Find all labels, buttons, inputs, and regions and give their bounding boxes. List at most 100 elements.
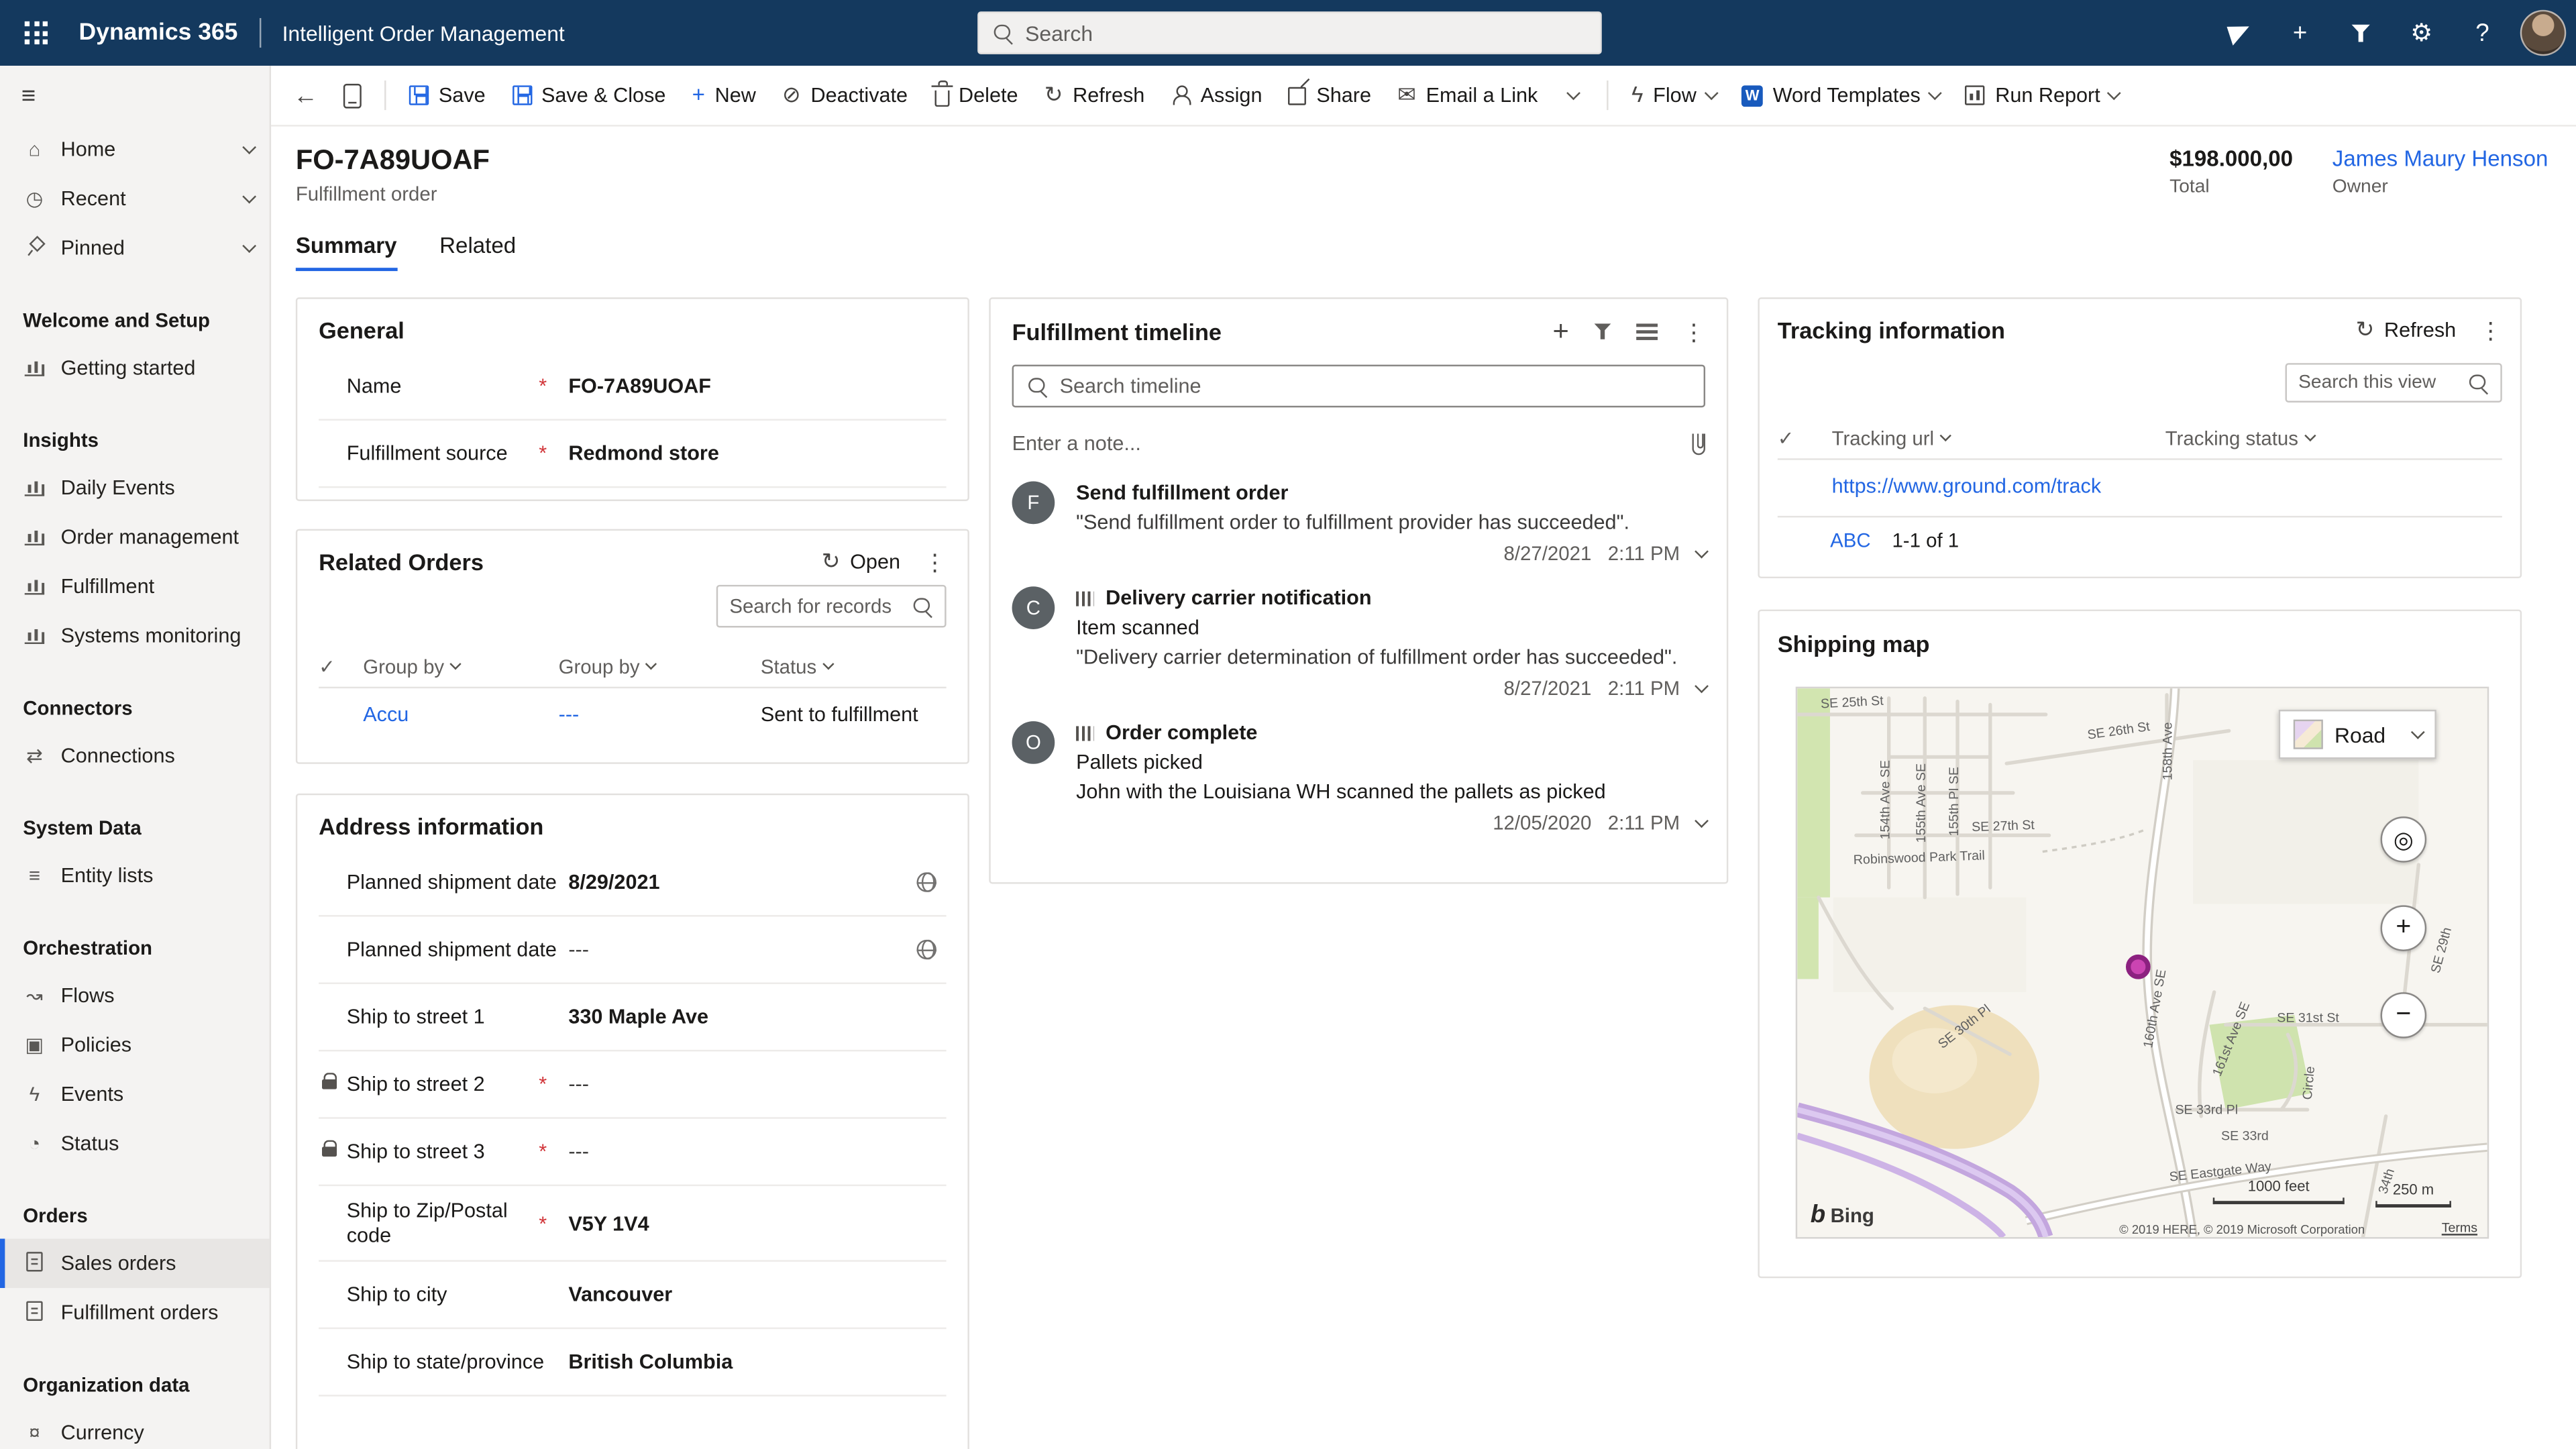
global-search-box[interactable] [977, 11, 1602, 54]
quick-create-icon[interactable]: + [2277, 10, 2323, 56]
sidebar-item-entity-lists[interactable]: ≡ Entity lists [0, 851, 270, 900]
field-ship-to-street-1[interactable]: Ship to street 1 330 Maple Ave [319, 984, 947, 1051]
map-canvas[interactable]: SE 25th StSE 26th St158th Ave154th Ave S… [1796, 687, 2489, 1239]
overflow-chevron-button[interactable] [1552, 72, 1595, 119]
sidebar-item-recent[interactable]: ◷ Recent [0, 174, 270, 223]
column-group-by-1[interactable]: Group by [363, 655, 558, 678]
timeline-search-box[interactable] [1012, 365, 1705, 408]
sidebar-item-getting-started[interactable]: Getting started [0, 343, 270, 392]
field-ship-to-street-2[interactable]: Ship to street 2 * --- [319, 1051, 947, 1118]
settings-gear-icon[interactable]: ⚙ [2399, 10, 2445, 56]
related-order-link[interactable]: Accu [363, 703, 558, 726]
sidebar-item-fulfillment-orders[interactable]: Fulfillment orders [0, 1288, 270, 1337]
sidebar-item-fulfillment[interactable]: Fulfillment [0, 562, 270, 611]
global-search-input[interactable] [1025, 21, 1587, 46]
sidebar-item-order-management[interactable]: Order management [0, 513, 270, 561]
save-button[interactable]: Save [398, 72, 497, 119]
tab-summary[interactable]: Summary [296, 233, 397, 271]
field-value[interactable]: 8/29/2021 [568, 871, 659, 894]
column-tracking-url[interactable]: Tracking url [1832, 427, 2165, 449]
sidebar-item-events[interactable]: ϟ Events [0, 1069, 270, 1118]
more-commands-icon[interactable]: ⋮ [1682, 319, 1705, 342]
user-avatar[interactable] [2520, 10, 2567, 56]
share-button[interactable]: Share [1277, 72, 1383, 119]
field-planned-shipment-date-1[interactable]: Planned shipment date 8/29/2021 [319, 849, 947, 916]
expand-chevron-icon[interactable] [1695, 545, 1707, 557]
sidebar-item-daily-events[interactable]: Daily Events [0, 464, 270, 513]
column-status[interactable]: Status [761, 655, 947, 678]
tracking-url-link[interactable]: https://www.ground.com/track [1832, 475, 2102, 498]
sidebar-item-status[interactable]: ◔ Status [0, 1119, 270, 1168]
word-templates-button[interactable]: Word Templates [1730, 72, 1951, 119]
tracking-search-box[interactable] [2286, 363, 2502, 402]
expand-chevron-icon[interactable] [1695, 814, 1707, 827]
field-value[interactable]: 330 Maple Ave [568, 1006, 708, 1028]
assign-button[interactable]: Assign [1159, 72, 1273, 119]
expand-chevron-icon[interactable] [1695, 680, 1707, 692]
tracking-row[interactable]: https://www.ground.com/track [1778, 460, 2502, 513]
related-orders-search[interactable] [716, 585, 947, 628]
field-ship-to-street-3[interactable]: Ship to street 3 * --- [319, 1119, 947, 1186]
field-value[interactable]: FO-7A89UOAF [568, 374, 711, 397]
map-terms-link[interactable]: Terms [2442, 1221, 2477, 1236]
field-value[interactable]: --- [568, 1140, 589, 1163]
timeline-filter-icon[interactable] [1594, 323, 1612, 339]
field-planned-shipment-date-2[interactable]: Planned shipment date --- [319, 917, 947, 984]
refresh-button[interactable]: ↻Refresh [1033, 72, 1157, 119]
paperclip-icon[interactable] [1692, 433, 1705, 454]
column-group-by-2[interactable]: Group by [559, 655, 761, 678]
run-report-button[interactable]: Run Report [1954, 72, 2131, 119]
select-all-checkmark-icon[interactable]: ✓ [319, 655, 363, 678]
field-value[interactable]: Redmond store [568, 442, 719, 465]
related-order-ref[interactable]: --- [559, 703, 761, 726]
sidebar-item-flows[interactable]: ↝ Flows [0, 971, 270, 1020]
field-ship-to-city[interactable]: Ship to city Vancouver [319, 1262, 947, 1329]
form-selector-icon[interactable] [330, 72, 373, 119]
back-button[interactable]: ← [284, 72, 327, 119]
more-commands-icon[interactable]: ⋮ [923, 550, 946, 573]
tracking-search-input[interactable] [2298, 373, 2458, 392]
map-style-selector[interactable]: Road [2279, 710, 2436, 759]
field-value[interactable]: --- [568, 1073, 589, 1095]
field-value[interactable]: --- [568, 938, 589, 961]
field-ship-to-state[interactable]: Ship to state/province British Columbia [319, 1329, 947, 1396]
map-location-marker[interactable] [2126, 955, 2151, 979]
app-name[interactable]: Intelligent Order Management [282, 21, 565, 46]
tracking-refresh-button[interactable]: ↻ Refresh [2356, 319, 2457, 341]
sidebar-item-currency[interactable]: ¤ Currency [0, 1408, 270, 1449]
timeline-note-row[interactable] [1012, 424, 1705, 464]
filter-icon[interactable] [2338, 10, 2384, 56]
bing-logo[interactable]: b Bing [1811, 1201, 1874, 1229]
brand-dynamics365[interactable]: Dynamics 365 [79, 19, 238, 46]
open-records-button[interactable]: ↻ Open [822, 550, 900, 573]
hamburger-menu-button[interactable]: ≡ [0, 66, 270, 125]
field-value[interactable]: V5Y 1V4 [568, 1212, 649, 1234]
zoom-out-button[interactable]: − [2381, 992, 2427, 1038]
timeline-add-icon[interactable]: + [1552, 317, 1568, 345]
related-orders-search-input[interactable] [729, 595, 902, 618]
select-all-checkmark-icon[interactable]: ✓ [1778, 427, 1832, 449]
feedback-icon[interactable] [2216, 10, 2263, 56]
more-commands-icon[interactable]: ⋮ [2479, 319, 2502, 341]
timeline-search-input[interactable] [1060, 374, 1690, 397]
field-value[interactable]: British Columbia [568, 1350, 733, 1373]
field-name[interactable]: Name * FO-7A89UOAF [319, 354, 947, 421]
note-input[interactable] [1012, 432, 1693, 455]
sidebar-item-systems-monitoring[interactable]: Systems monitoring [0, 611, 270, 660]
chevron-down-icon[interactable] [242, 141, 255, 154]
chevron-down-icon[interactable] [242, 190, 255, 203]
sidebar-item-connections[interactable]: ⇄ Connections [0, 731, 270, 780]
new-button[interactable]: +New [680, 72, 767, 119]
deactivate-button[interactable]: ⊘Deactivate [771, 72, 919, 119]
locate-me-button[interactable]: ◎ [2381, 816, 2427, 863]
help-icon[interactable]: ? [2459, 10, 2506, 56]
field-ship-to-zip[interactable]: Ship to Zip/Postal code * V5Y 1V4 [319, 1186, 947, 1262]
sidebar-item-home[interactable]: ⌂ Home [0, 125, 270, 174]
chevron-down-icon[interactable] [242, 239, 255, 252]
owner-link[interactable]: James Maury Henson [2332, 146, 2548, 171]
column-tracking-status[interactable]: Tracking status [2165, 427, 2502, 449]
delete-button[interactable]: Delete [922, 72, 1030, 119]
jump-bar[interactable]: ABC [1830, 529, 1870, 552]
app-launcher-button[interactable] [0, 0, 72, 66]
timeline-sort-icon[interactable] [1636, 322, 1658, 340]
